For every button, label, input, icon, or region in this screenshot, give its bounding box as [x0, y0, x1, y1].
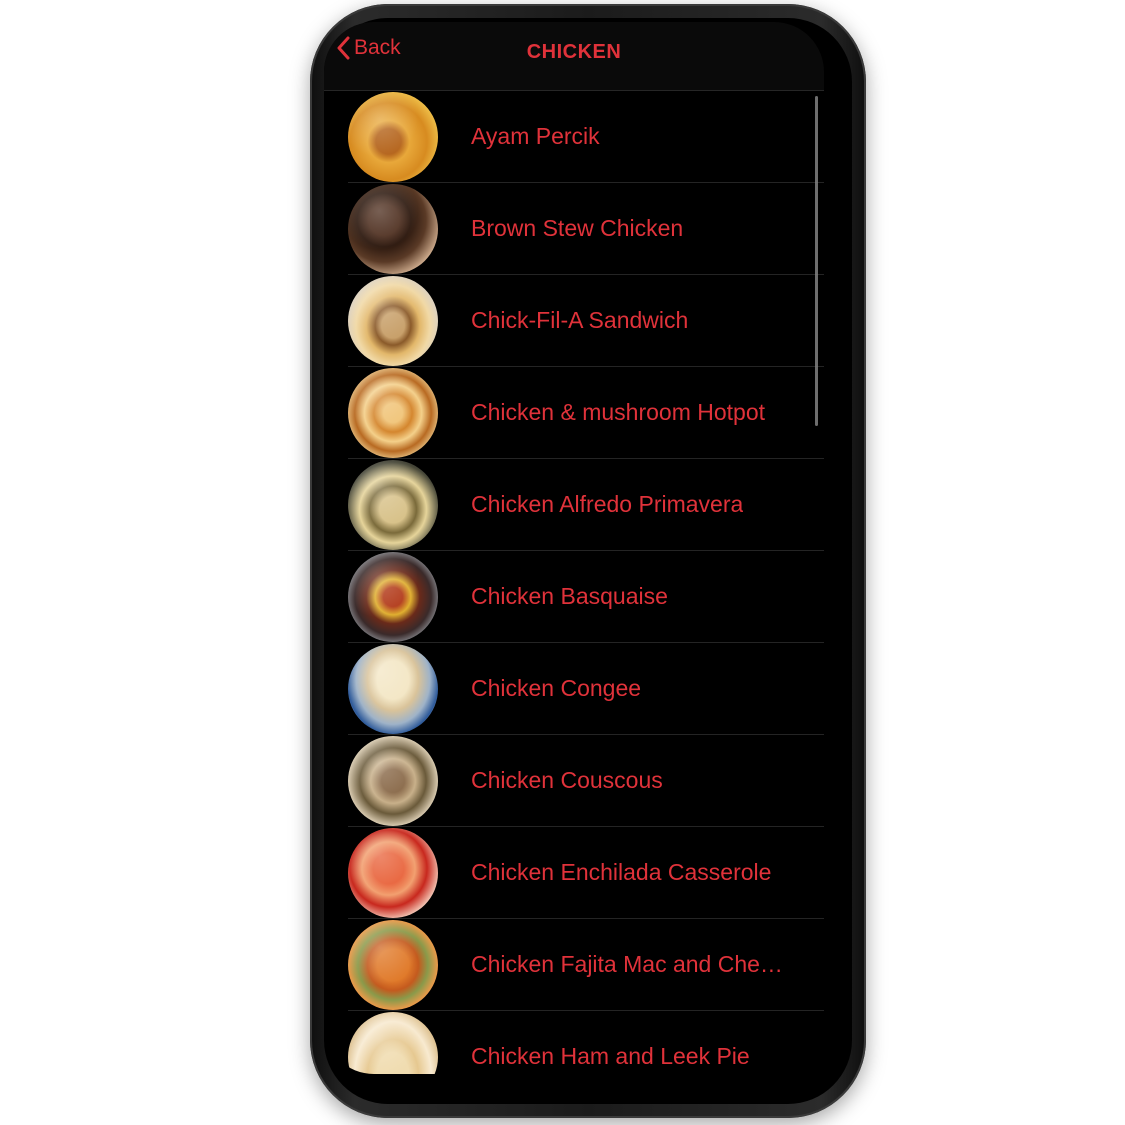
list-item[interactable]: Chicken Couscous	[348, 735, 824, 827]
meal-name: Chicken Fajita Mac and Che…	[471, 951, 783, 977]
meal-photo	[348, 91, 438, 182]
meal-name: Chicken Congee	[471, 675, 642, 701]
meal-name: Chicken Basquaise	[471, 583, 668, 609]
phone-frame: Back CHICKEN Ayam Percik Brown Stew Chic…	[310, 4, 866, 1118]
meal-name: Chicken Alfredo Primavera	[471, 491, 744, 517]
meal-photo	[348, 183, 438, 274]
list-item[interactable]: Chicken Fajita Mac and Che…	[348, 919, 824, 1011]
list-item[interactable]: Chicken Congee	[348, 643, 824, 735]
list-item[interactable]: Chicken Basquaise	[348, 551, 824, 643]
meal-photo	[348, 643, 438, 734]
meal-name: Chick-Fil-A Sandwich	[471, 307, 689, 333]
meal-photo	[348, 1011, 438, 1074]
app-screen: Back CHICKEN Ayam Percik Brown Stew Chic…	[324, 22, 824, 1074]
meal-list[interactable]: Ayam Percik Brown Stew Chicken Chick-Fil…	[324, 91, 824, 1074]
meal-name: Chicken Ham and Leek Pie	[471, 1043, 750, 1069]
meal-photo	[348, 551, 438, 642]
meal-name: Brown Stew Chicken	[471, 215, 684, 241]
page-title: CHICKEN	[526, 41, 622, 63]
meal-photo	[348, 919, 438, 1010]
stage: Back CHICKEN Ayam Percik Brown Stew Chic…	[0, 0, 1125, 1125]
list-item[interactable]: Ayam Percik	[348, 91, 824, 183]
list-item[interactable]: Chicken Enchilada Casserole	[348, 827, 824, 919]
list-item[interactable]: Chicken & mushroom Hotpot	[348, 367, 824, 459]
meal-photo	[348, 367, 438, 458]
meal-name: Ayam Percik	[471, 123, 600, 149]
meal-name: Chicken & mushroom Hotpot	[471, 399, 766, 425]
meal-photo	[348, 827, 438, 918]
meal-photo	[348, 275, 438, 366]
list-item[interactable]: Chick-Fil-A Sandwich	[348, 275, 824, 367]
list-item[interactable]: Chicken Ham and Leek Pie	[348, 1011, 824, 1074]
list-item[interactable]: Chicken Alfredo Primavera	[348, 459, 824, 551]
meal-photo	[348, 735, 438, 826]
list-item[interactable]: Brown Stew Chicken	[348, 183, 824, 275]
meal-photo	[348, 459, 438, 550]
scrollbar[interactable]	[815, 96, 818, 426]
meal-name: Chicken Couscous	[471, 767, 663, 793]
navigation-bar: Back CHICKEN	[324, 22, 824, 91]
meal-name: Chicken Enchilada Casserole	[471, 859, 772, 885]
